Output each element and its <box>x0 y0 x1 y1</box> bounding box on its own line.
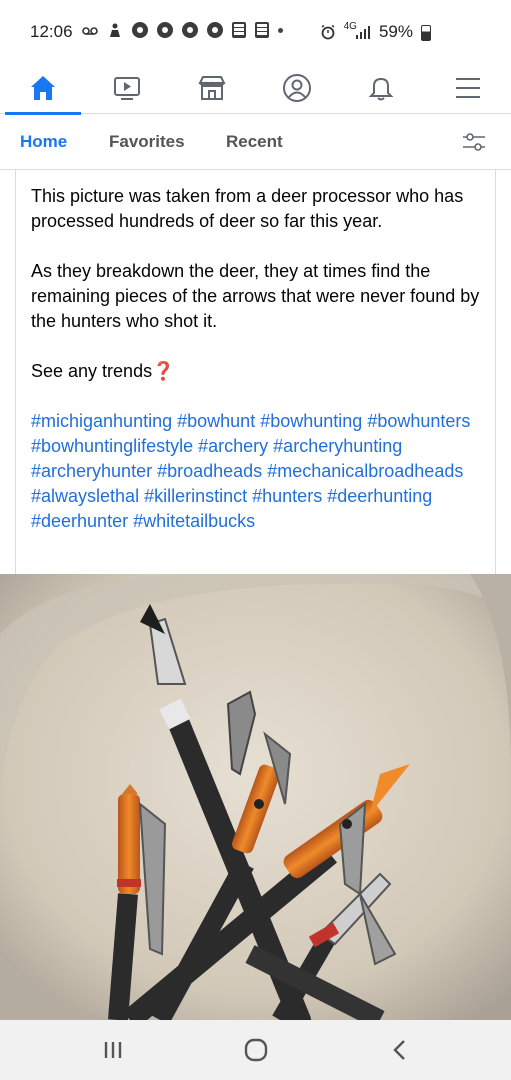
hashtag-link[interactable]: #deerhunting <box>327 486 432 506</box>
hashtag-link[interactable]: #mechanicalbroadheads <box>267 461 463 481</box>
post-paragraph-1: This picture was taken from a deer proce… <box>31 186 464 231</box>
hashtag-link[interactable]: #bowhuntinglifestyle <box>31 436 193 456</box>
status-right-icons: 4G 59% <box>320 20 431 42</box>
status-time: 12:06 <box>30 22 73 41</box>
hashtag-link[interactable]: #deerhunter <box>31 511 128 531</box>
post-question-text: See any trends <box>31 361 153 381</box>
menu-icon <box>456 78 480 98</box>
hashtag-list: #michiganhunting #bowhunt #bowhunting #b… <box>31 409 480 534</box>
tab-recent[interactable]: Recent <box>226 132 283 152</box>
hashtag-link[interactable]: #bowhunters <box>367 411 470 431</box>
broken-arrows-photo <box>0 574 511 1020</box>
home-icon <box>31 76 55 100</box>
nav-marketplace[interactable] <box>174 62 250 114</box>
marketplace-icon <box>198 76 226 100</box>
hashtag-link[interactable]: #archery <box>198 436 268 456</box>
back-icon[interactable] <box>385 1037 415 1063</box>
question-mark-emoji-icon: ❓ <box>152 361 175 381</box>
hashtag-link[interactable]: #bowhunt <box>177 411 255 431</box>
voicemail-icon <box>82 27 98 35</box>
post-paragraph-2: As they breakdown the deer, they at time… <box>31 261 480 331</box>
network-type-label: 4G <box>343 20 357 32</box>
hashtag-link[interactable]: #hunters <box>252 486 322 506</box>
status-bar: 12:06 4G 59% <box>0 0 511 62</box>
tab-home[interactable]: Home <box>20 132 67 152</box>
nav-watch[interactable] <box>89 62 165 114</box>
post-paragraph-3: See any trends❓ <box>31 359 480 384</box>
hashtag-link[interactable]: #alwayslethal <box>31 486 139 506</box>
hashtag-link[interactable]: #whitetailbucks <box>133 511 255 531</box>
chrome-icon <box>207 22 223 38</box>
top-navigation-bar <box>0 62 511 115</box>
document-icon <box>232 22 246 38</box>
nav-profile[interactable] <box>259 62 335 114</box>
chrome-icon <box>182 22 198 38</box>
alarm-icon <box>321 24 335 40</box>
nav-home[interactable] <box>5 62 81 115</box>
post-text-body: This picture was taken from a deer proce… <box>15 170 496 575</box>
more-notifications-dot-icon <box>278 27 283 33</box>
android-navigation-bar <box>0 1020 511 1080</box>
hashtag-link[interactable]: #archeryhunter <box>31 461 152 481</box>
chrome-icon <box>132 22 148 38</box>
nav-notifications[interactable] <box>343 62 419 114</box>
status-notification-icons <box>82 22 283 38</box>
home-circle-icon[interactable] <box>241 1037 271 1063</box>
document-icon <box>255 22 269 38</box>
notifications-bell-icon <box>368 77 394 101</box>
hashtag-link[interactable]: #bowhunting <box>260 411 362 431</box>
feed-filter-tabs: Home Favorites Recent <box>0 115 511 170</box>
watch-video-icon <box>114 77 140 100</box>
chrome-icon <box>157 22 173 38</box>
post-photo[interactable] <box>0 574 511 1020</box>
battery-percent: 59% <box>378 22 413 41</box>
hashtag-link[interactable]: #killerinstinct <box>144 486 247 506</box>
nav-menu[interactable] <box>430 62 506 114</box>
profile-icon <box>283 74 311 102</box>
signal-icon <box>355 26 370 39</box>
battery-icon <box>421 25 431 41</box>
person-notification-icon <box>110 23 120 37</box>
recent-apps-icon[interactable] <box>98 1037 128 1063</box>
feed-filter-icon[interactable] <box>461 131 487 153</box>
hashtag-link[interactable]: #broadheads <box>157 461 262 481</box>
hashtag-link[interactable]: #archeryhunting <box>273 436 402 456</box>
hashtag-link[interactable]: #michiganhunting <box>31 411 172 431</box>
tab-favorites[interactable]: Favorites <box>109 132 185 152</box>
